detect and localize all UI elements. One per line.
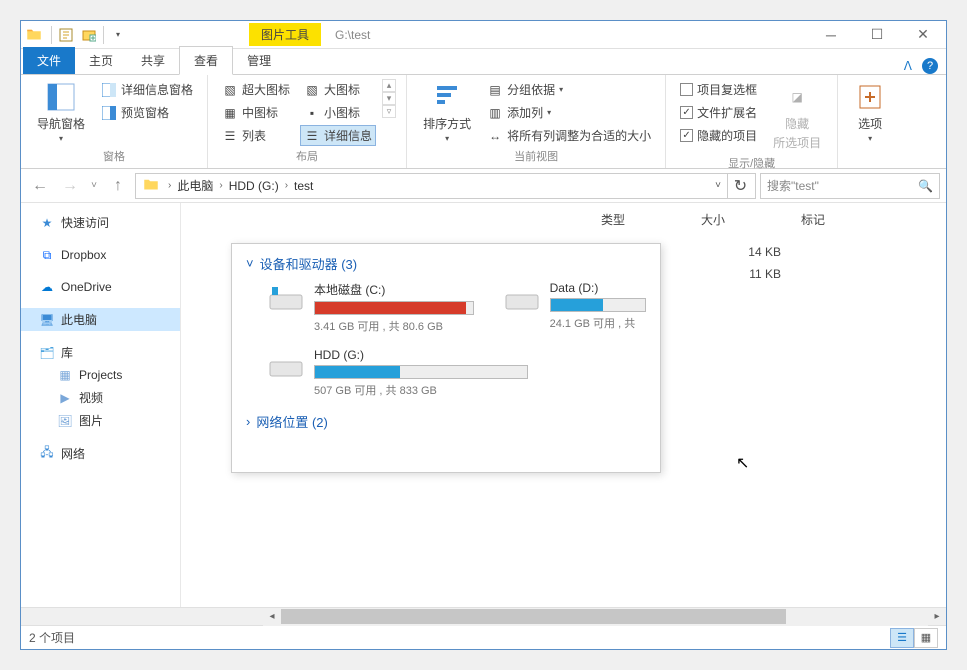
drive-icon [268, 352, 304, 380]
devices-header[interactable]: ˅ 设备和驱动器 (3) [246, 254, 646, 273]
crumb-drive[interactable]: HDD (G:) [225, 179, 283, 193]
sidebar-network[interactable]: 🖧网络 [21, 442, 180, 465]
group-label-panes: 窗格 [31, 146, 197, 166]
tab-share[interactable]: 共享 [127, 47, 179, 74]
close-button[interactable]: ✕ [900, 21, 946, 49]
details-pane-button[interactable]: 详细信息窗格 [97, 79, 197, 100]
layout-scroll-down[interactable]: ▾ [382, 92, 396, 105]
ribbon-tabs: 文件 主页 共享 查看 管理 ᐱ ? [21, 49, 946, 75]
item-checkboxes-toggle[interactable]: 项目复选框 [676, 79, 761, 100]
tooltip-devices: ˅ 设备和驱动器 (3) 本地磁盘 (C:) 3.41 GB 可用 , 共 80… [231, 243, 661, 473]
chevron-right-icon: › [246, 414, 250, 429]
status-item-count: 2 个项目 [29, 629, 75, 646]
hidden-items-toggle[interactable]: ✓隐藏的项目 [676, 125, 761, 146]
recent-dropdown[interactable]: ˅ [87, 173, 101, 199]
sidebar-dropbox[interactable]: ⧉Dropbox [21, 244, 180, 266]
tab-view[interactable]: 查看 [179, 46, 233, 75]
drive-g[interactable]: HDD (G:) 507 GB 可用 , 共 833 GB [268, 348, 528, 398]
search-input[interactable]: 搜索"test" 🔍 [760, 173, 940, 199]
crumb-thispc[interactable]: 此电脑 [173, 177, 217, 194]
drive-d[interactable]: Data (D:) 24.1 GB 可用 , 共 [504, 281, 646, 334]
group-label-layout: 布局 [218, 146, 396, 166]
column-headers[interactable]: 类型 大小 标记 [601, 211, 936, 228]
s-icons-button[interactable]: ▪小图标 [300, 102, 364, 123]
sort-button[interactable]: 排序方式▾ [417, 79, 477, 145]
network-locations-header[interactable]: › 网络位置 (2) [246, 412, 646, 431]
ribbon-collapse-icon[interactable]: ᐱ [904, 59, 912, 73]
folder-icon [25, 26, 43, 44]
details-view-button[interactable]: ☰详细信息 [300, 125, 376, 146]
back-button[interactable]: ← [27, 173, 53, 199]
statusbar: 2 个项目 ☰ ▦ [21, 625, 946, 649]
l-icons-button[interactable]: ▧大图标 [300, 79, 364, 100]
sidebar-quick-access[interactable]: ★快速访问 [21, 211, 180, 234]
titlebar: ▾ 图片工具 G:\test ─ ☐ ✕ [21, 21, 946, 49]
crumb-folder[interactable]: test [290, 179, 317, 193]
address-dropdown[interactable]: ˅ [709, 180, 727, 191]
cursor-icon: ↖ [736, 453, 749, 473]
sidebar-videos[interactable]: ▶视频 [21, 386, 180, 409]
fit-columns-button[interactable]: ↔将所有列调整为合适的大小 [483, 125, 655, 146]
view-icons-toggle[interactable]: ▦ [914, 628, 938, 648]
qat-properties[interactable] [55, 24, 77, 46]
drive-icon [268, 285, 304, 313]
minimize-button[interactable]: ─ [808, 21, 854, 49]
drive-bar [550, 298, 646, 312]
col-size[interactable]: 大小 [701, 211, 801, 228]
drive-icon [504, 285, 540, 313]
view-details-toggle[interactable]: ☰ [890, 628, 914, 648]
search-icon[interactable]: 🔍 [918, 179, 933, 193]
drive-bar [314, 365, 528, 379]
tab-manage[interactable]: 管理 [233, 47, 285, 74]
chevron-down-icon: ˅ [246, 256, 254, 271]
layout-expand[interactable]: ▿ [382, 105, 396, 118]
preview-pane-button[interactable]: 预览窗格 [97, 102, 173, 123]
refresh-button[interactable]: ↻ [727, 174, 753, 198]
sidebar-this-pc[interactable]: 🖥此电脑 [21, 308, 180, 331]
sidebar-libraries[interactable]: 🗂库 [21, 341, 180, 364]
col-tags[interactable]: 标记 [801, 211, 901, 228]
group-label-current-view: 当前视图 [417, 146, 655, 166]
folder-icon [142, 176, 162, 196]
tab-file[interactable]: 文件 [23, 47, 75, 74]
tab-home[interactable]: 主页 [75, 47, 127, 74]
chevron-right-icon[interactable]: › [166, 180, 173, 191]
sidebar: ★快速访问 ⧉Dropbox ☁OneDrive 🖥此电脑 🗂库 ▦Projec… [21, 203, 181, 607]
ribbon: 导航窗格 ▾ 详细信息窗格 预览窗格 窗格 ▧超大图标 ▦中图标 ☰列表 ▧大图… [21, 75, 946, 169]
forward-button[interactable]: → [57, 173, 83, 199]
address-box[interactable]: › 此电脑 › HDD (G:) › test ˅ ↻ [135, 173, 756, 199]
context-tab-picture-tools: 图片工具 [249, 23, 321, 46]
xl-icons-button[interactable]: ▧超大图标 [218, 79, 294, 100]
drive-bar [314, 301, 474, 315]
up-button[interactable]: ↑ [105, 173, 131, 199]
nav-pane-button[interactable]: 导航窗格 ▾ [31, 79, 91, 145]
addressbar: ← → ˅ ↑ › 此电脑 › HDD (G:) › test ˅ ↻ 搜索"t… [21, 169, 946, 203]
horizontal-scrollbar[interactable]: ◂ ▸ [21, 607, 946, 625]
qat-customize[interactable]: ▾ [107, 24, 129, 46]
sidebar-onedrive[interactable]: ☁OneDrive [21, 276, 180, 298]
drive-c[interactable]: 本地磁盘 (C:) 3.41 GB 可用 , 共 80.6 GB [268, 281, 474, 334]
help-icon[interactable]: ? [922, 58, 938, 74]
window-title-path: G:\test [335, 28, 370, 42]
search-placeholder: 搜索"test" [767, 177, 819, 194]
explorer-window: ▾ 图片工具 G:\test ─ ☐ ✕ 文件 主页 共享 查看 管理 ᐱ ? … [20, 20, 947, 650]
list-button[interactable]: ☰列表 [218, 125, 270, 146]
m-icons-button[interactable]: ▦中图标 [218, 102, 282, 123]
group-label-empty [848, 150, 892, 166]
options-button[interactable]: 选项▾ [848, 79, 892, 145]
sidebar-projects[interactable]: ▦Projects [21, 364, 180, 386]
col-type[interactable]: 类型 [601, 211, 701, 228]
maximize-button[interactable]: ☐ [854, 21, 900, 49]
group-by-button[interactable]: ▤分组依据 ▾ [483, 79, 567, 100]
scrollbar-thumb[interactable] [281, 609, 786, 624]
add-column-button[interactable]: ▥添加列 ▾ [483, 102, 555, 123]
file-extensions-toggle[interactable]: ✓文件扩展名 [676, 102, 761, 123]
chevron-right-icon[interactable]: › [217, 180, 224, 191]
hide-selected-button[interactable]: ◪ 隐藏 所选项目 [767, 79, 827, 153]
chevron-right-icon[interactable]: › [283, 180, 290, 191]
layout-scroll-up[interactable]: ▴ [382, 79, 396, 92]
qat-new-folder[interactable] [78, 24, 100, 46]
sidebar-pictures[interactable]: 🖼图片 [21, 409, 180, 432]
